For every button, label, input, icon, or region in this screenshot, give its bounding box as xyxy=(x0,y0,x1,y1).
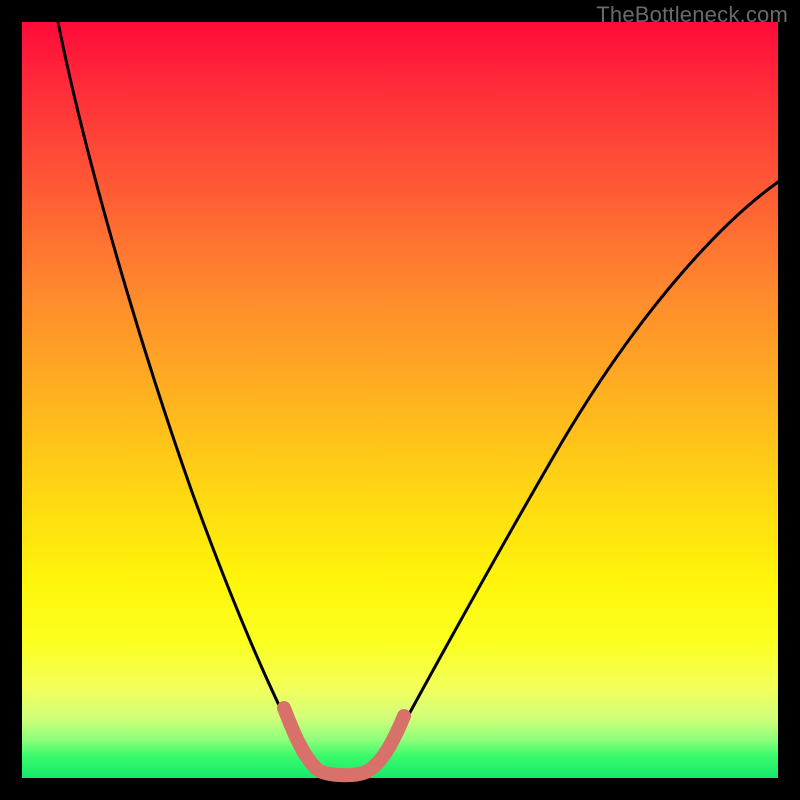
curve-svg xyxy=(22,22,778,778)
chart-frame: TheBottleneck.com xyxy=(0,0,800,800)
optimal-band-marker xyxy=(284,708,404,775)
bottleneck-curve-line xyxy=(58,22,778,776)
plot-area xyxy=(22,22,778,778)
